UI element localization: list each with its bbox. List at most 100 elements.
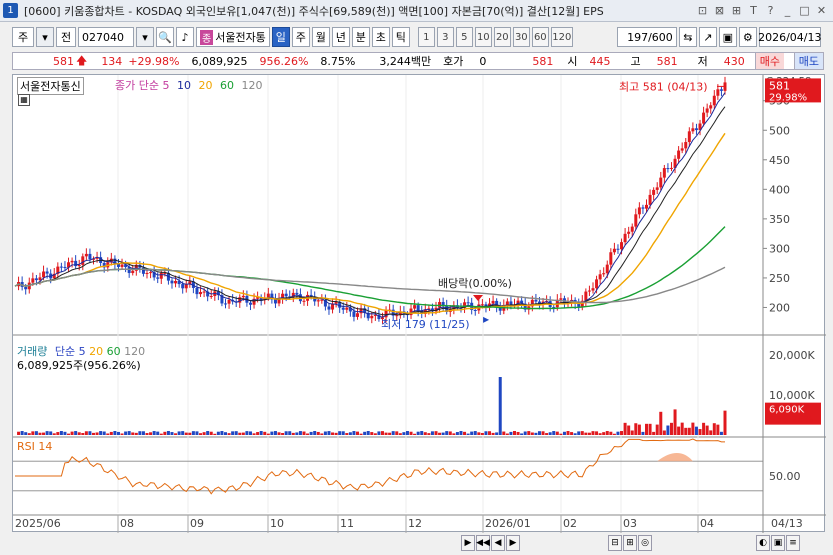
period-week[interactable]: 주 <box>291 27 310 47</box>
date-input[interactable]: 2026/04/13 <box>758 27 822 47</box>
price-panel-name[interactable]: 서울전자통신 <box>17 77 84 95</box>
scroll-start-button[interactable]: ▶ <box>461 535 475 551</box>
search-icon[interactable]: 🔍 <box>156 27 174 47</box>
scroll-prev-button[interactable]: ◀◀ <box>476 535 490 551</box>
period-minute[interactable]: 분 <box>351 27 370 47</box>
x-axis-label: 12 <box>408 517 422 530</box>
minute-30[interactable]: 30 <box>512 27 530 47</box>
quote-volume-ratio: 956.26% <box>259 54 309 68</box>
maximize-icon[interactable]: □ <box>797 3 812 18</box>
period-day[interactable]: 일 <box>271 27 290 47</box>
type-dropdown-icon[interactable]: ▾ <box>36 27 54 47</box>
volume-bar <box>88 431 92 435</box>
volume-bar <box>702 422 706 435</box>
volume-bar <box>59 431 63 435</box>
chart-area[interactable]: 550500450400350300250200C:224.58최고 581 (… <box>12 74 826 533</box>
candle-body <box>662 168 666 178</box>
buy-button[interactable]: 매수 <box>754 53 784 69</box>
ma-line-60 <box>14 226 726 310</box>
candle-body <box>702 112 706 124</box>
hoga-value: 0 <box>479 54 487 68</box>
minute-10[interactable]: 10 <box>474 27 492 47</box>
price-ma-legend: 종가 단순 5 10 20 60 120 <box>115 77 262 93</box>
scroll-next-button[interactable]: ▶ <box>506 535 520 551</box>
volume-bar <box>348 432 352 435</box>
minute-1[interactable]: 1 <box>417 27 435 47</box>
volume-bar <box>612 433 616 435</box>
minute-120[interactable]: 120 <box>550 27 573 47</box>
pin-icon[interactable]: T <box>746 3 761 18</box>
volume-bar <box>124 431 128 435</box>
close-icon[interactable]: ✕ <box>814 3 829 18</box>
speaker-icon[interactable]: ♪ <box>176 27 194 47</box>
gear-icon[interactable]: ⚙ <box>738 27 757 47</box>
draw-icon[interactable]: ↗ <box>698 27 717 47</box>
volume-bar <box>102 431 106 435</box>
period-tick[interactable]: 틱 <box>391 27 410 47</box>
minute-60[interactable]: 60 <box>531 27 549 47</box>
dividend-arrow <box>473 295 483 301</box>
chart-svg[interactable]: 550500450400350300250200C:224.58최고 581 (… <box>13 75 826 533</box>
candle-body <box>38 277 42 281</box>
volume-bar <box>680 422 684 435</box>
period-year[interactable]: 년 <box>331 27 350 47</box>
candle-body <box>595 279 599 289</box>
zoom-out-button[interactable]: ⊟ <box>608 535 622 551</box>
minute-20[interactable]: 20 <box>493 27 511 47</box>
window-number-badge: 1 <box>3 3 18 18</box>
volume-bar <box>331 432 335 435</box>
save-icon[interactable]: ▣ <box>718 27 737 47</box>
volume-bar <box>141 431 145 435</box>
volume-bar <box>687 427 691 435</box>
volume-bar <box>320 433 324 435</box>
mode-button-2[interactable]: ▣ <box>771 535 785 551</box>
volume-bar <box>602 432 606 435</box>
hoga-label: 호가 <box>443 55 464 68</box>
volume-bar <box>174 433 178 435</box>
mode-button-1[interactable]: ◐ <box>756 535 770 551</box>
period-month[interactable]: 월 <box>311 27 330 47</box>
window-icon-1[interactable]: ⊡ <box>695 3 710 18</box>
period-second[interactable]: 초 <box>371 27 390 47</box>
candle-body <box>195 287 199 295</box>
stock-name[interactable]: 종 서울전자통 <box>196 27 270 47</box>
scroll-back-button[interactable]: ◀ <box>491 535 505 551</box>
help-icon[interactable]: ? <box>763 3 778 18</box>
volume-bar <box>669 422 673 435</box>
volume-bar <box>505 433 509 435</box>
zoom-in-button[interactable]: ⊞ <box>623 535 637 551</box>
volume-bar <box>363 431 367 435</box>
candle-body <box>70 260 74 263</box>
table-icon[interactable]: ▦ <box>18 94 30 106</box>
candle-body <box>120 264 124 267</box>
window-icon-2[interactable]: ⊠ <box>712 3 727 18</box>
zoom-reset-button[interactable]: ◎ <box>638 535 652 551</box>
code-input[interactable]: 027040 <box>78 27 134 47</box>
window-icon-3[interactable]: ⊞ <box>729 3 744 18</box>
volume-bar <box>637 424 641 435</box>
chart-tool-icon[interactable]: ⇆ <box>678 27 697 47</box>
x-axis-label: 09 <box>190 517 204 530</box>
volume-bar <box>81 433 85 435</box>
candle-body <box>31 278 35 283</box>
code-dropdown-icon[interactable]: ▾ <box>136 27 154 47</box>
minimize-icon[interactable]: _ <box>780 3 795 18</box>
minute-5[interactable]: 5 <box>455 27 473 47</box>
quote-change: 134 <box>101 54 123 68</box>
market-button[interactable]: 전 <box>56 27 76 47</box>
candle-body <box>709 105 713 109</box>
minute-3[interactable]: 3 <box>436 27 454 47</box>
candle-body <box>184 284 188 289</box>
volume-bar <box>598 433 602 435</box>
volume-bar <box>516 431 520 435</box>
mode-button-3[interactable]: ≡ <box>786 535 800 551</box>
volume-bar <box>220 431 224 435</box>
type-select[interactable]: 주 <box>12 27 34 47</box>
sell-button[interactable]: 매도 <box>793 53 823 69</box>
candle-body <box>602 273 606 275</box>
count-input[interactable]: 197/600 <box>616 27 677 47</box>
quote-change-pct: +29.98% <box>128 54 180 68</box>
volume-bar <box>370 432 374 435</box>
volume-bar <box>206 431 210 435</box>
candle-body <box>691 128 695 132</box>
